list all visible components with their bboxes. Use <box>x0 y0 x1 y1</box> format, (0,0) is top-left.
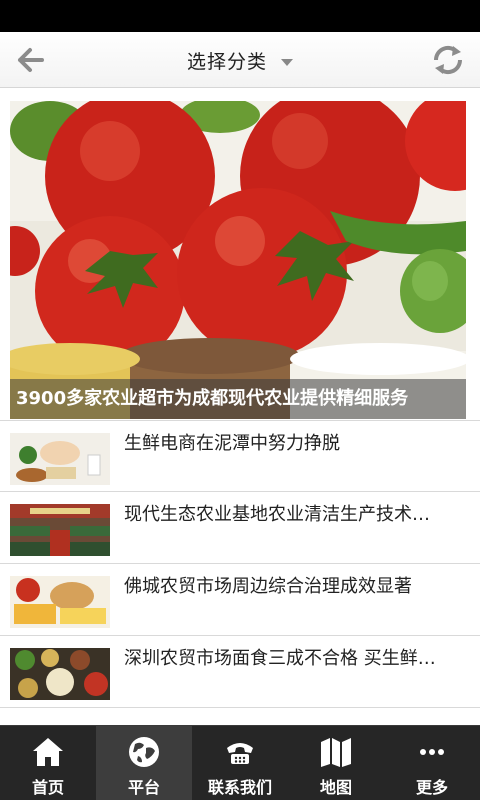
tab-label: 联系我们 <box>207 778 272 797</box>
tomato-banner-image <box>10 101 466 419</box>
back-button[interactable] <box>12 42 52 78</box>
tab-label: 地图 <box>319 778 352 797</box>
category-selector[interactable]: 选择分类 <box>150 32 330 88</box>
content-area: 3900多家农业超市为成都现代农业提供精细服务 生鲜电商在泥潭中努力挣脱 现代生… <box>0 89 480 725</box>
news-thumbnail <box>10 433 110 485</box>
news-item[interactable]: 深圳农贸市场面食三成不合格 买生鲜… <box>0 636 480 708</box>
tab-label: 更多 <box>415 778 448 797</box>
banner-caption: 3900多家农业超市为成都现代农业提供精细服务 <box>10 379 466 419</box>
banner-slide[interactable]: 3900多家农业超市为成都现代农业提供精细服务 <box>10 101 466 419</box>
refresh-button[interactable] <box>428 40 468 80</box>
home-icon <box>33 738 63 766</box>
more-icon <box>420 749 444 755</box>
refresh-icon <box>433 45 463 75</box>
map-icon <box>321 738 351 767</box>
tab-contact[interactable]: 联系我们 <box>192 726 288 800</box>
bottom-tab-bar: 首页 平台 联系我们 地图 更多 <box>0 725 480 800</box>
news-thumbnail <box>10 648 110 700</box>
phone-icon <box>227 743 253 764</box>
app-header: 选择分类 <box>0 32 480 88</box>
arrow-left-icon <box>18 48 44 72</box>
page-title: 选择分类 <box>186 50 267 73</box>
news-item[interactable]: 生鲜电商在泥潭中努力挣脱 <box>0 420 480 492</box>
globe-icon <box>129 737 159 767</box>
chevron-down-icon <box>281 58 293 66</box>
status-bar <box>0 0 480 32</box>
tab-label: 平台 <box>127 778 160 797</box>
news-title: 生鲜电商在泥潭中努力挣脱 <box>124 433 340 454</box>
tab-platform[interactable]: 平台 <box>96 726 192 800</box>
news-item[interactable]: 现代生态农业基地农业清洁生产技术… <box>0 492 480 564</box>
news-thumbnail <box>10 504 110 556</box>
news-title: 现代生态农业基地农业清洁生产技术… <box>124 504 430 525</box>
news-title: 佛城农贸市场周边综合治理成效显著 <box>124 576 412 597</box>
tab-map[interactable]: 地图 <box>288 726 384 800</box>
news-title: 深圳农贸市场面食三成不合格 买生鲜… <box>124 648 436 669</box>
tab-more[interactable]: 更多 <box>384 726 480 800</box>
news-item[interactable]: 佛城农贸市场周边综合治理成效显著 <box>0 564 480 636</box>
tab-home[interactable]: 首页 <box>0 726 96 800</box>
tab-label: 首页 <box>31 778 64 797</box>
news-list: 生鲜电商在泥潭中努力挣脱 现代生态农业基地农业清洁生产技术… 佛城农贸市场周边综… <box>0 420 480 708</box>
news-thumbnail <box>10 576 110 628</box>
